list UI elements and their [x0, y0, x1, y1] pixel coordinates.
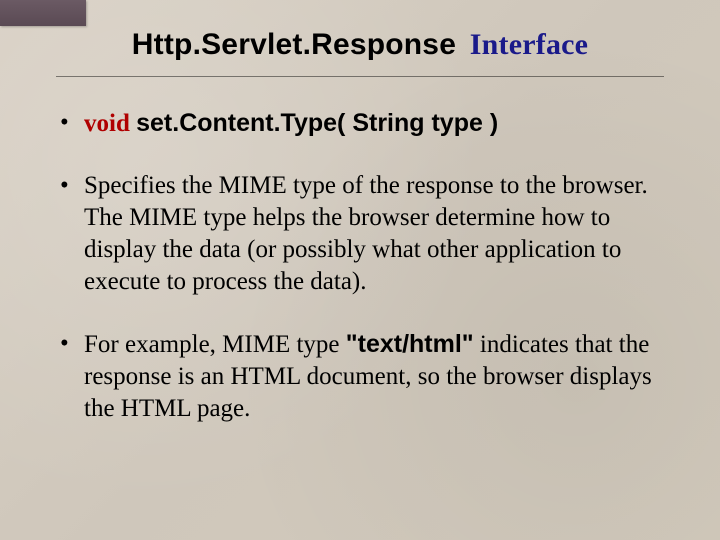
- bullet-description-2: For example, MIME type "text/html" indic…: [56, 328, 664, 425]
- bullet-description-1: Specifies the MIME type of the response …: [56, 170, 664, 298]
- mime-type-literal: "text/html": [346, 330, 474, 358]
- title-class-name: Http.Servlet.Response: [132, 28, 456, 61]
- title-underline: [56, 76, 664, 77]
- corner-accent: [0, 0, 86, 26]
- slide: Http.Servlet.Response Interface void set…: [0, 0, 720, 540]
- description-1-text: Specifies the MIME type of the response …: [84, 172, 648, 295]
- bullet-list: void set.Content.Type( String type ) Spe…: [56, 107, 664, 425]
- description-2-pre: For example, MIME type: [84, 331, 346, 358]
- method-signature-text: set.Content.Type( String type ): [136, 109, 498, 137]
- keyword-void: void: [84, 110, 130, 137]
- title-interface-word: Interface: [470, 28, 588, 61]
- bullet-method-signature: void set.Content.Type( String type ): [56, 107, 664, 140]
- slide-title: Http.Servlet.Response Interface: [56, 28, 664, 62]
